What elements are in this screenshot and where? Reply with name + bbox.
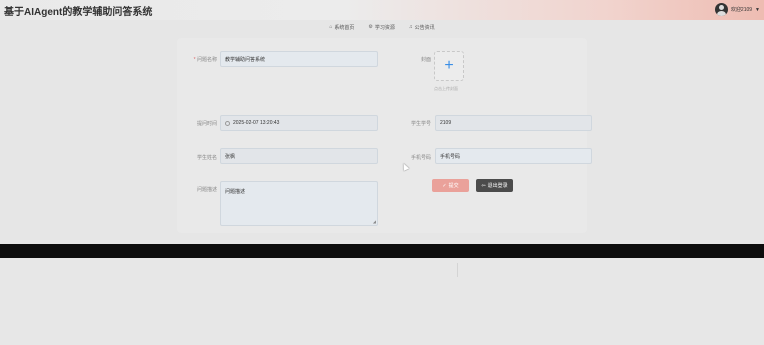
- question-name-label: * 问题名称: [193, 57, 217, 63]
- description-label: 问题描述: [196, 187, 217, 193]
- bell-icon: ♫: [408, 24, 413, 30]
- chevron-down-icon[interactable]: ▼: [755, 7, 760, 13]
- upload-hint: 点击上传封面: [434, 86, 458, 91]
- resize-handle-icon[interactable]: ◢: [373, 220, 376, 224]
- nav-item-news[interactable]: ♫ 公告资讯: [409, 22, 435, 32]
- phone-label: 手机号码: [410, 155, 431, 161]
- phone-field[interactable]: 手机号码: [435, 148, 592, 164]
- question-name-field[interactable]: 教学辅助问答系统: [220, 51, 378, 67]
- logout-button[interactable]: ⇦ 退出登录: [476, 179, 513, 192]
- student-name-label: 学生姓名: [196, 155, 217, 161]
- submit-button[interactable]: ✓ 提交: [432, 179, 469, 192]
- user-menu[interactable]: 欢迎2109 ▼: [714, 3, 760, 16]
- nav-item-label: 系统首页: [334, 24, 355, 31]
- top-header-bar: 基于AIAgent的教学辅助问答系统 欢迎2109 ▼: [0, 0, 764, 20]
- plus-icon: +: [444, 57, 454, 74]
- footer: [0, 258, 764, 345]
- nav-item-label: 公告资讯: [414, 24, 435, 31]
- main-nav: ⌂ 系统首页 ⚙ 学习资源 ♫ 公告资讯: [0, 22, 764, 32]
- submit-time-field[interactable]: 2025-02-07 13:20:43: [220, 115, 378, 131]
- check-icon: ✓: [442, 182, 447, 189]
- exit-icon: ⇦: [481, 182, 486, 189]
- app-title: 基于AIAgent的教学辅助问答系统: [4, 7, 153, 18]
- clock-icon: [225, 120, 230, 126]
- user-label[interactable]: 欢迎2109: [731, 6, 752, 13]
- footer-divider: [457, 263, 458, 277]
- submit-time-label: 提问时间: [196, 121, 217, 127]
- nav-item-resources[interactable]: ⚙ 学习资源: [368, 22, 395, 32]
- student-id-field[interactable]: 2109: [435, 115, 592, 131]
- nav-item-home[interactable]: ⌂ 系统首页: [329, 22, 354, 32]
- cover-upload[interactable]: +: [434, 51, 464, 81]
- dark-divider-bar: [0, 244, 764, 258]
- gear-icon: ⚙: [368, 24, 373, 30]
- cover-label: 封面: [420, 57, 431, 63]
- nav-item-label: 学习资源: [374, 24, 395, 31]
- home-icon: ⌂: [329, 24, 333, 30]
- student-name-field[interactable]: 张枫: [220, 148, 378, 164]
- avatar[interactable]: [714, 3, 728, 16]
- description-textarea[interactable]: 问题描述 ◢: [220, 181, 378, 226]
- student-id-label: 学生学号: [410, 121, 431, 127]
